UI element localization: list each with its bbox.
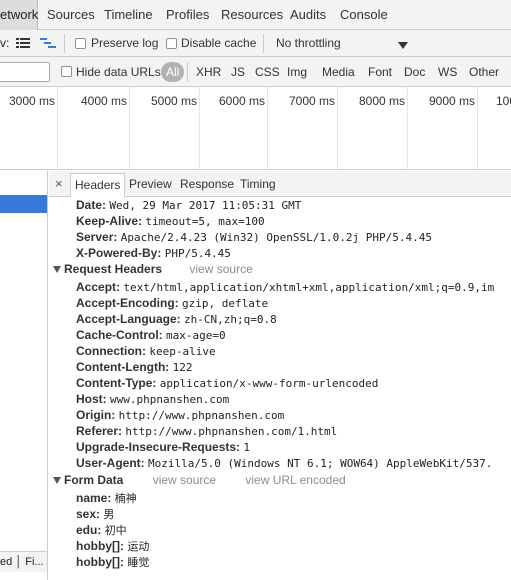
request-headers-section[interactable]: Request Headers view source bbox=[53, 261, 253, 277]
disable-cache-checkbox[interactable] bbox=[166, 38, 177, 49]
tab-preview[interactable]: Preview bbox=[129, 177, 172, 191]
view-source-link[interactable]: view source bbox=[153, 473, 216, 487]
close-icon[interactable]: × bbox=[55, 176, 63, 191]
request-list: ed │ Fi... bbox=[0, 171, 48, 580]
timeline-overview[interactable]: 3000 ms 4000 ms 5000 ms 6000 ms 7000 ms … bbox=[0, 87, 511, 170]
timeline-tick: 9000 ms bbox=[408, 87, 478, 170]
status-bar: ed │ Fi... bbox=[0, 551, 47, 572]
section-title: Form Data bbox=[64, 473, 124, 487]
timeline-tick: 5000 ms bbox=[130, 87, 200, 170]
form-data-row: hobby[]: 运动 bbox=[76, 539, 150, 553]
detail-tab-bar: × Headers Preview Response Timing bbox=[49, 171, 511, 197]
tab-audits[interactable]: Audits bbox=[290, 0, 326, 30]
selected-request-row[interactable] bbox=[0, 195, 47, 213]
filter-type-doc[interactable]: Doc bbox=[404, 65, 425, 79]
view-label: v: bbox=[0, 36, 10, 50]
view-url-encoded-link[interactable]: view URL encoded bbox=[245, 473, 345, 487]
header-row: Cache-Control: max-age=0 bbox=[76, 328, 226, 342]
tab-console[interactable]: Console bbox=[340, 0, 388, 30]
header-row: Accept-Language: zh-CN,zh;q=0.8 bbox=[76, 312, 277, 326]
filter-type-font[interactable]: Font bbox=[368, 65, 392, 79]
expand-triangle-icon bbox=[53, 266, 61, 274]
disable-cache-label: Disable cache bbox=[181, 36, 257, 50]
filter-type-js[interactable]: JS bbox=[231, 65, 245, 79]
header-row: X-Powered-By: PHP/5.4.45 bbox=[76, 246, 231, 260]
filter-type-xhr[interactable]: XHR bbox=[196, 65, 221, 79]
timeline-tick: 3000 ms bbox=[0, 87, 58, 170]
form-data-section[interactable]: Form Data view source view URL encoded bbox=[53, 472, 346, 488]
timeline-tick: 7000 ms bbox=[268, 87, 338, 170]
form-data-row: name: 楠神 bbox=[76, 491, 137, 505]
preserve-log-label: Preserve log bbox=[91, 36, 159, 50]
filter-type-other[interactable]: Other bbox=[469, 65, 499, 79]
header-row: User-Agent: Mozilla/5.0 (Windows NT 6.1;… bbox=[76, 456, 493, 470]
header-row: Upgrade-Insecure-Requests: 1 bbox=[76, 440, 251, 454]
header-row: Date: Wed, 29 Mar 2017 11:05:31 GMT bbox=[76, 198, 302, 212]
expand-triangle-icon bbox=[53, 477, 61, 485]
throttling-select[interactable]: No throttling bbox=[270, 32, 412, 54]
waterfall-view-icon[interactable] bbox=[40, 37, 56, 52]
timeline-tick: 6000 ms bbox=[200, 87, 268, 170]
network-toolbar: v: Preserve log Disable cache No throttl… bbox=[0, 30, 511, 57]
timeline-tick: 4000 ms bbox=[58, 87, 130, 170]
request-detail-pane: × Headers Preview Response Timing Date: … bbox=[49, 171, 511, 580]
hide-data-urls-checkbox[interactable] bbox=[61, 66, 72, 77]
form-data-row: sex: 男 bbox=[76, 507, 115, 521]
header-row: Accept: text/html,application/xhtml+xml,… bbox=[76, 280, 495, 294]
header-row: Origin: http://www.phpnanshen.com bbox=[76, 408, 285, 422]
filter-type-all[interactable]: All bbox=[161, 62, 185, 82]
tab-timing[interactable]: Timing bbox=[240, 177, 276, 191]
header-row: Content-Length: 122 bbox=[76, 360, 193, 374]
devtools-tab-bar: etwork Sources Timeline Profiles Resourc… bbox=[0, 0, 511, 30]
filter-type-ws[interactable]: WS bbox=[438, 65, 457, 79]
hide-data-urls-label: Hide data URLs bbox=[76, 65, 161, 79]
view-source-link[interactable]: view source bbox=[189, 262, 252, 276]
timeline-tick-label-partial: 100 bbox=[496, 94, 511, 108]
timeline-tick: 8000 ms bbox=[338, 87, 408, 170]
tab-sources[interactable]: Sources bbox=[47, 0, 95, 30]
header-row: Host: www.phpnanshen.com bbox=[76, 392, 230, 406]
preserve-log-checkbox[interactable] bbox=[75, 38, 86, 49]
chevron-down-icon bbox=[398, 39, 408, 53]
filter-input[interactable] bbox=[0, 62, 50, 82]
tab-resources[interactable]: Resources bbox=[221, 0, 283, 30]
tab-network[interactable]: etwork bbox=[0, 0, 38, 30]
header-row: Keep-Alive: timeout=5, max=100 bbox=[76, 214, 265, 228]
header-row: Content-Type: application/x-www-form-url… bbox=[76, 376, 379, 390]
form-data-row: edu: 初中 bbox=[76, 523, 127, 537]
tab-profiles[interactable]: Profiles bbox=[166, 0, 209, 30]
header-row: Accept-Encoding: gzip, deflate bbox=[76, 296, 269, 310]
tab-response[interactable]: Response bbox=[180, 177, 234, 191]
header-row: Connection: keep-alive bbox=[76, 344, 216, 358]
filter-bar: Hide data URLs All XHR JS CSS Img Media … bbox=[0, 57, 511, 87]
tab-label: etwork bbox=[0, 7, 39, 22]
filter-type-media[interactable]: Media bbox=[322, 65, 355, 79]
status-text: ed │ Fi... bbox=[0, 556, 44, 568]
header-row: Referer: http://www.phpnanshen.com/1.htm… bbox=[76, 424, 338, 438]
tab-timeline[interactable]: Timeline bbox=[104, 0, 153, 30]
list-view-icon[interactable] bbox=[16, 37, 30, 52]
header-row: Server: Apache/2.4.23 (Win32) OpenSSL/1.… bbox=[76, 230, 432, 244]
filter-type-css[interactable]: CSS bbox=[255, 65, 280, 79]
section-title: Request Headers bbox=[64, 262, 163, 276]
throttling-value: No throttling bbox=[276, 36, 341, 50]
tab-headers[interactable]: Headers bbox=[70, 173, 126, 197]
form-data-row: hobby[]: 睡觉 bbox=[76, 555, 150, 569]
filter-type-img[interactable]: Img bbox=[287, 65, 307, 79]
